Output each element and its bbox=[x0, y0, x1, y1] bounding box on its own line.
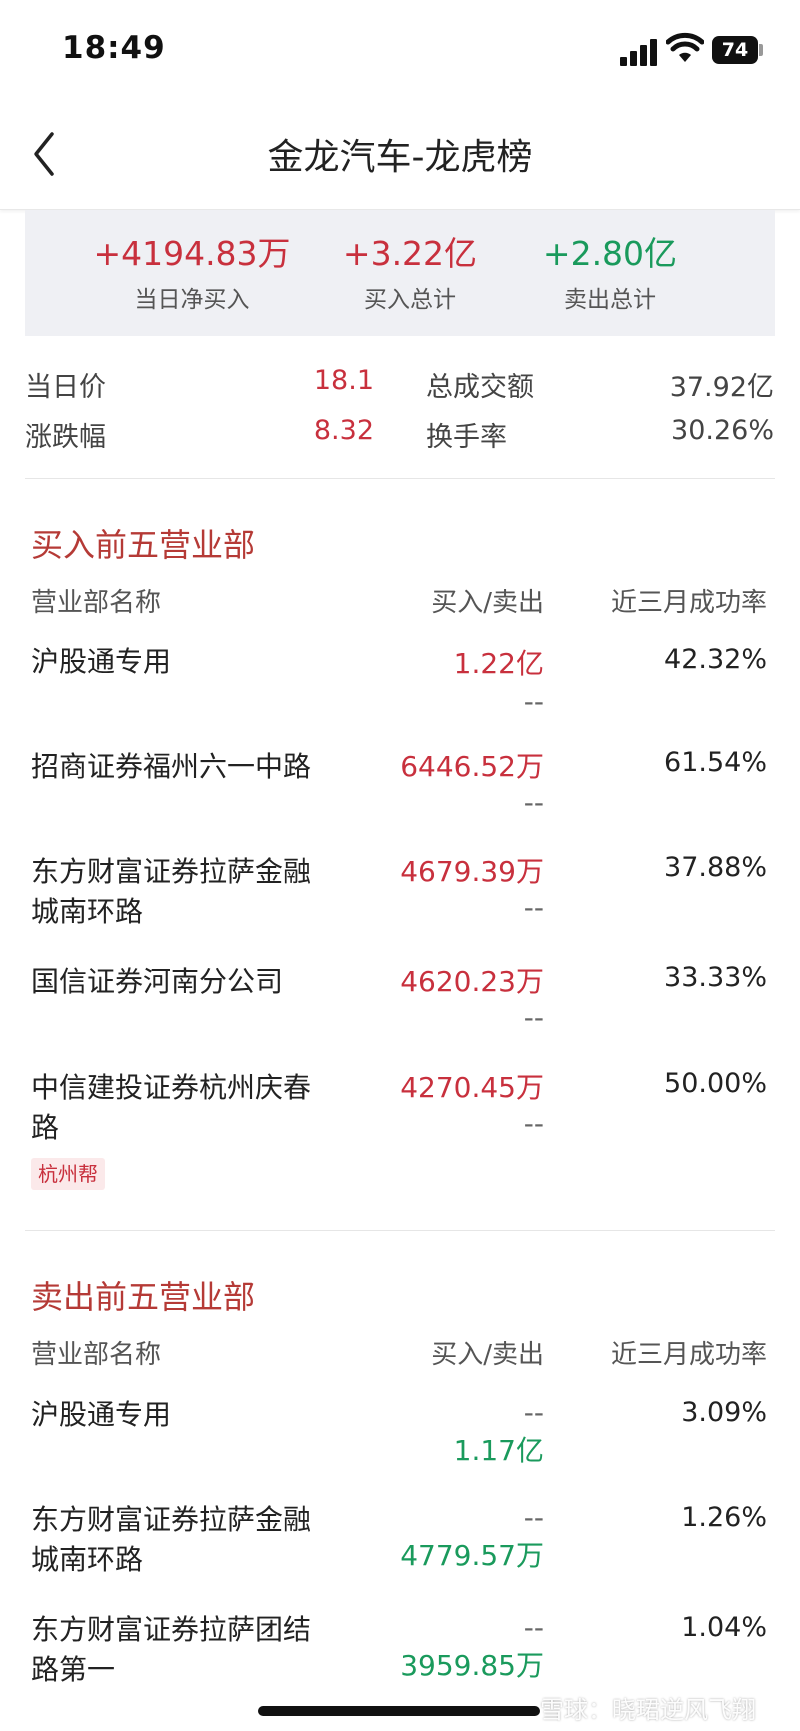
sell-amount: -- bbox=[523, 1001, 544, 1034]
turnover-rate-label: 换手率 bbox=[426, 422, 507, 453]
buy-amount: 4620.23万 bbox=[400, 965, 544, 998]
home-indicator[interactable] bbox=[258, 1706, 540, 1716]
sell-col-amount-header: 买入/卖出 bbox=[431, 1340, 544, 1370]
sell-total-value: +2.80亿 bbox=[542, 234, 678, 273]
sell-col-rate-header: 近三月成功率 bbox=[610, 1340, 767, 1370]
broker-name: 沪股通专用 bbox=[31, 1398, 172, 1431]
battery-level: 74 bbox=[721, 39, 749, 61]
buy-amount: 4679.39万 bbox=[400, 855, 544, 888]
status-bar: 18:49 74 bbox=[0, 0, 800, 100]
success-rate: 42.32% bbox=[664, 644, 767, 675]
buy-amount: -- bbox=[523, 1611, 544, 1644]
page-title: 金龙汽车-龙虎榜 bbox=[267, 137, 533, 178]
price-value: 18.1 bbox=[313, 365, 374, 396]
buy-amount: 4270.45万 bbox=[400, 1071, 544, 1104]
buy-total-value: +3.22亿 bbox=[342, 234, 478, 273]
broker-name: 中信建投证券杭州庆春路 bbox=[31, 1071, 312, 1144]
battery-tip bbox=[759, 44, 763, 56]
sell-col-name-header: 营业部名称 bbox=[31, 1340, 162, 1370]
success-rate: 1.26% bbox=[681, 1502, 767, 1533]
buy-total-summary: +3.22亿 买入总计 bbox=[335, 234, 485, 314]
sell-amount: 1.17亿 bbox=[453, 1434, 544, 1467]
broker-name: 东方财富证券拉萨团结路第一 bbox=[31, 1613, 312, 1686]
success-rate: 61.54% bbox=[664, 747, 767, 778]
sell-amount: -- bbox=[523, 891, 544, 924]
wifi-icon bbox=[666, 32, 704, 62]
buy-amount: 6446.52万 bbox=[400, 750, 544, 783]
buy-col-name-header: 营业部名称 bbox=[31, 588, 162, 618]
sell-amount: 3959.85万 bbox=[400, 1649, 544, 1682]
change-value: 8.32 bbox=[313, 415, 374, 446]
sell-total-label: 卖出总计 bbox=[564, 287, 656, 313]
buy-amount: 1.22亿 bbox=[453, 647, 544, 680]
battery-icon: 74 bbox=[712, 36, 758, 64]
net-buy-value: +4194.83万 bbox=[93, 234, 291, 273]
success-rate: 50.00% bbox=[664, 1068, 767, 1099]
buy-amount: -- bbox=[523, 1396, 544, 1429]
divider bbox=[25, 1230, 775, 1231]
sell-section-title: 卖出前五营业部 bbox=[31, 1278, 256, 1316]
success-rate: 3.09% bbox=[681, 1397, 767, 1428]
net-buy-label: 当日净买入 bbox=[134, 287, 250, 313]
status-time: 18:49 bbox=[62, 30, 166, 66]
turnover-amount-label: 总成交额 bbox=[426, 372, 534, 403]
success-rate: 37.88% bbox=[664, 852, 767, 883]
broker-tag-badge[interactable]: 杭州帮 bbox=[31, 1158, 105, 1190]
price-label: 当日价 bbox=[25, 372, 106, 403]
sell-amount: -- bbox=[523, 786, 544, 819]
sell-total-summary: +2.80亿 卖出总计 bbox=[535, 234, 685, 314]
sell-amount: -- bbox=[523, 1107, 544, 1140]
nav-bar: 金龙汽车-龙虎榜 bbox=[0, 100, 800, 210]
page: 18:49 74 金龙汽车-龙虎榜 +4194.83万 当日净买入 +3.22亿… bbox=[0, 0, 800, 1731]
cellular-signal-icon bbox=[620, 36, 660, 66]
turnover-rate-value: 30.26% bbox=[671, 415, 774, 446]
buy-amount: -- bbox=[523, 1501, 544, 1534]
watermark: 雪球：晓珺逆风飞翔 bbox=[540, 1696, 756, 1724]
net-buy-summary: +4194.83万 当日净买入 bbox=[92, 234, 292, 314]
sell-amount: -- bbox=[523, 685, 544, 718]
change-label: 涨跌幅 bbox=[25, 422, 106, 453]
success-rate: 1.04% bbox=[681, 1612, 767, 1643]
success-rate: 33.33% bbox=[664, 962, 767, 993]
broker-name: 招商证券福州六一中路 bbox=[31, 750, 312, 783]
broker-name: 沪股通专用 bbox=[31, 645, 172, 678]
turnover-amount-value: 37.92亿 bbox=[669, 372, 774, 403]
sell-amount: 4779.57万 bbox=[400, 1539, 544, 1572]
summary-panel: +4194.83万 当日净买入 +3.22亿 买入总计 +2.80亿 卖出总计 bbox=[25, 210, 775, 336]
divider bbox=[25, 478, 775, 479]
buy-section-title: 买入前五营业部 bbox=[31, 526, 256, 564]
buy-total-label: 买入总计 bbox=[364, 287, 456, 313]
buy-col-rate-header: 近三月成功率 bbox=[610, 588, 767, 618]
broker-name: 东方财富证券拉萨金融城南环路 bbox=[31, 855, 312, 928]
broker-name: 东方财富证券拉萨金融城南环路 bbox=[31, 1503, 312, 1576]
broker-name: 国信证券河南分公司 bbox=[31, 965, 284, 998]
buy-col-amount-header: 买入/卖出 bbox=[431, 588, 544, 618]
